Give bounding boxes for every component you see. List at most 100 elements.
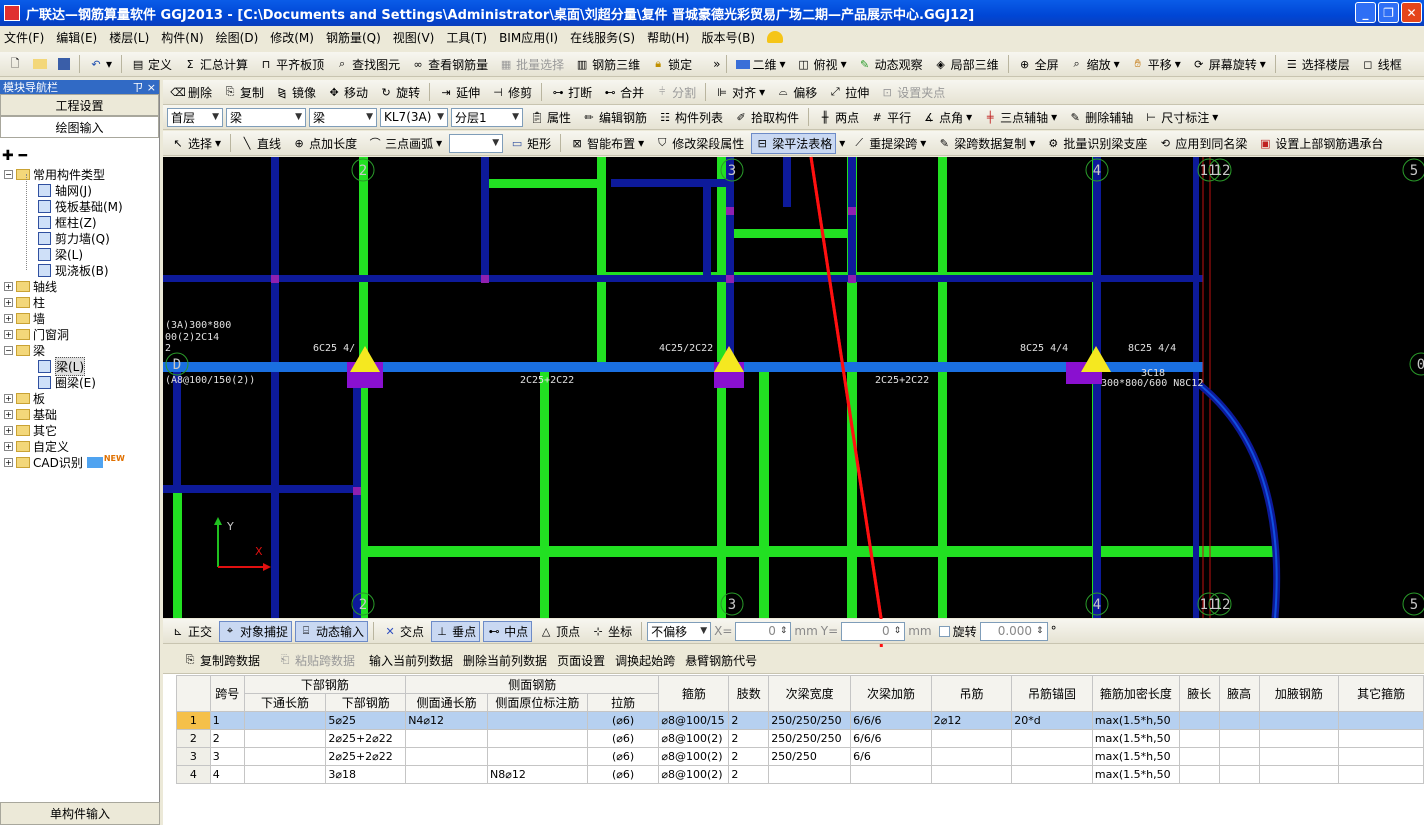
menu-tools[interactable]: 工具(T) (446, 29, 487, 46)
row-index-cell[interactable]: 2 (176, 729, 211, 748)
two-point-button[interactable]: ╫ 两点 (814, 107, 863, 128)
save-button[interactable] (54, 54, 74, 75)
cell-hangeranchor[interactable]: 20*d (1011, 711, 1093, 730)
expand-collapse-all-icon[interactable]: ✚ ━ (2, 148, 27, 164)
cell-densify[interactable]: max(1.5*h,50 (1091, 765, 1180, 784)
intersection-snap-button[interactable]: ✕ 交点 (379, 621, 428, 642)
cell-empty[interactable] (1218, 765, 1260, 784)
collapse-icon[interactable]: − (4, 169, 13, 179)
cell-legs[interactable]: 2 (728, 711, 770, 730)
perpendicular-snap-button[interactable]: ⊥ 垂点 (431, 620, 481, 642)
batch-select-button[interactable]: ▦ 批量选择 (495, 54, 568, 75)
menu-online[interactable]: 在线服务(S) (570, 29, 635, 46)
minimize-button[interactable]: _ (1355, 2, 1376, 23)
tree-item[interactable]: − 梁 (4, 342, 45, 358)
offset-mode-select[interactable]: 不偏移 ▼ (647, 621, 712, 641)
table-row[interactable]: 1 1 5⌀25 N4⌀12 (⌀6) ⌀8@100/15 2 250/250/250 6/6/… (176, 711, 1424, 730)
trim-button[interactable]: ⊣ 修剪 (487, 82, 536, 103)
type-select[interactable]: 梁 ▼ (226, 107, 306, 127)
cell-empty[interactable] (1338, 765, 1424, 784)
cell-stirrup[interactable]: ⌀8@100(2) (658, 729, 730, 748)
expand-icon[interactable]: + (4, 409, 13, 419)
cell-legs[interactable]: 2 (728, 765, 770, 784)
vertex-snap-button[interactable]: △ 顶点 (535, 621, 584, 642)
cell-bot-through[interactable] (243, 765, 327, 784)
cell-empty[interactable] (1178, 765, 1220, 784)
helmet-icon[interactable] (767, 31, 784, 43)
tree-item[interactable]: 梁(L) (38, 356, 86, 376)
input-column-data-button[interactable]: 输入当前列数据 (369, 652, 453, 669)
tree-item[interactable]: 框柱(Z) (38, 214, 97, 230)
zoom-button[interactable]: ⌕ 缩放 ▾ (1066, 54, 1124, 75)
menu-help[interactable]: 帮助(H) (647, 29, 689, 46)
cell-densify[interactable]: max(1.5*h,50 (1091, 711, 1180, 730)
cell-bot-through[interactable] (243, 711, 327, 730)
object-snap-button[interactable]: ⌖ 对象捕捉 (219, 620, 293, 642)
cell-stirrup[interactable]: ⌀8@100/15 (658, 711, 730, 730)
tree-item[interactable]: + 门窗洞 (4, 326, 69, 342)
undo-button[interactable]: ↶ ▾ (85, 54, 116, 75)
cell-empty[interactable] (1178, 711, 1220, 730)
y-coordinate-input[interactable]: 0 ⇕ (841, 621, 906, 641)
move-button[interactable]: ✥ 移动 (323, 82, 372, 103)
menu-file[interactable]: 文件(F) (4, 29, 44, 46)
collapse-icon[interactable]: − (4, 345, 13, 355)
cell-hangeranchor[interactable] (1011, 747, 1093, 766)
rebar-3d-button[interactable]: ▥ 钢筋三维 (571, 54, 644, 75)
dynamic-input-button[interactable]: ⌸ 动态输入 (295, 620, 369, 642)
delete-button[interactable]: ⌫ 删除 (167, 82, 216, 103)
delete-axis-button[interactable]: ✎ 删除辅轴 (1064, 107, 1137, 128)
extend-button[interactable]: ⇥ 延伸 (435, 82, 484, 103)
cell-span[interactable]: 4 (209, 765, 245, 784)
cell-side-orig[interactable]: N8⌀12 (487, 765, 588, 784)
cell-stirrup[interactable]: ⌀8@100(2) (658, 765, 730, 784)
point-angle-button[interactable]: ∡ 点角 ▾ (918, 107, 976, 128)
cell-hangeranchor[interactable] (1011, 729, 1093, 748)
rotate-checkbox[interactable] (938, 625, 950, 637)
paste-span-data-button[interactable]: ⎗ 粘贴跨数据 (274, 650, 359, 671)
rectangle-button[interactable]: ▭ 矩形 (506, 133, 555, 154)
cad-drawing[interactable]: 2 3 4 11 12 5 2 3 4 11 12 5 D 0 (3A)300*… (163, 157, 1424, 618)
smart-layout-button[interactable]: ⊠ 智能布置 ▾ (566, 133, 648, 154)
menu-version[interactable]: 版本号(B) (701, 29, 755, 46)
row-index-cell[interactable]: 3 (176, 747, 211, 766)
tree-item[interactable]: 轴网(J) (38, 182, 92, 198)
expand-icon[interactable]: + (4, 297, 13, 307)
rotate-angle-input[interactable]: 0.000 ⇕ (979, 621, 1048, 641)
define-button[interactable]: ▤ 定义 (127, 54, 176, 75)
menu-bim[interactable]: BIM应用(I) (499, 29, 558, 46)
cell-empty[interactable] (1178, 729, 1220, 748)
copy-span-data-button[interactable]: ⎘ 复制跨数据 (179, 650, 264, 671)
cell-bot-through[interactable] (243, 729, 327, 748)
tree-item[interactable]: + 板 (4, 390, 45, 406)
table-row[interactable]: 2 2 2⌀25+2⌀22 (⌀6) ⌀8@100(2) 2 250/250/250 6/6/… (176, 729, 1424, 748)
offset-button[interactable]: ⌓ 偏移 (772, 82, 821, 103)
break-button[interactable]: ⊶ 打断 (547, 82, 596, 103)
cell-empty[interactable] (1218, 729, 1260, 748)
cell-secwidth[interactable]: 250/250 (768, 747, 852, 766)
tree-item[interactable]: + 自定义 (4, 438, 69, 454)
view-2d-button[interactable]: 二维 ▾ (732, 54, 790, 75)
tree-item[interactable]: 梁(L) (38, 246, 83, 262)
cell-tie[interactable]: (⌀6) (586, 729, 660, 748)
layer-select[interactable]: 分层1 ▼ (451, 107, 523, 127)
tab-project-settings[interactable]: 工程设置 (0, 94, 159, 116)
cell-empty[interactable] (1178, 747, 1220, 766)
cell-empty[interactable] (1338, 711, 1424, 730)
cell-legs[interactable]: 2 (728, 729, 770, 748)
cell-side-orig[interactable] (487, 711, 588, 730)
stretch-button[interactable]: ⤢ 拉伸 (824, 82, 873, 103)
menu-floor[interactable]: 楼层(L) (109, 29, 149, 46)
cell-densify[interactable]: max(1.5*h,50 (1091, 747, 1180, 766)
new-file-button[interactable]: 🗋 (4, 54, 26, 75)
cell-span[interactable]: 3 (209, 747, 245, 766)
swap-start-span-button[interactable]: 调换起始跨 (615, 652, 675, 669)
cell-empty[interactable] (1338, 747, 1424, 766)
batch-identify-button[interactable]: ⚙ 批量识别梁支座 (1042, 133, 1151, 154)
cell-bot[interactable]: 2⌀25+2⌀22 (325, 747, 407, 766)
cell-empty[interactable] (1258, 711, 1340, 730)
cell-empty[interactable] (1258, 729, 1340, 748)
set-top-rebar-button[interactable]: ▣ 设置上部钢筋遇承台 (1254, 133, 1387, 154)
cell-secwidth[interactable] (768, 765, 852, 784)
cell-bot[interactable]: 3⌀18 (325, 765, 407, 784)
